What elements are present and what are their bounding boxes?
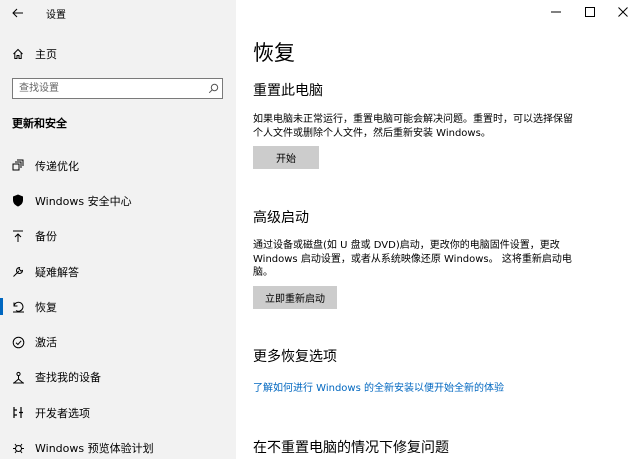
sidebar-item-activation[interactable]: 激活	[0, 324, 236, 359]
delivery-optimization-icon	[11, 159, 25, 173]
sidebar-item-windows-insider[interactable]: Windows 预览体验计划	[0, 430, 236, 459]
recovery-icon	[11, 300, 25, 314]
insider-icon	[11, 441, 25, 455]
find-device-icon	[11, 370, 25, 384]
maximize-button[interactable]	[572, 0, 608, 24]
reset-pc-heading: 重置此电脑	[253, 83, 323, 99]
reset-pc-line: 如果电脑未正常运行，重置电脑可能会解决问题。重置时，可以选择保留	[253, 114, 573, 125]
search-icon[interactable]	[204, 83, 222, 94]
close-icon	[618, 7, 628, 17]
sidebar-item-recovery[interactable]: 恢复	[0, 289, 236, 324]
sidebar: 设置 主页 更新和安全 传递优化 Windows 安全中心	[0, 0, 236, 459]
sidebar-item-backup[interactable]: 备份	[0, 219, 236, 254]
sidebar-item-delivery-optimization[interactable]: 传递优化	[0, 148, 236, 183]
clean-install-link[interactable]: 了解如何进行 Windows 的全新安装以便开始全新的体验	[253, 379, 504, 394]
search-box[interactable]	[12, 78, 223, 99]
search-input[interactable]	[13, 79, 204, 98]
reset-start-button[interactable]: 开始	[253, 146, 319, 169]
maximize-icon	[585, 7, 595, 17]
shield-icon	[11, 194, 25, 208]
sidebar-item-label: 查找我的设备	[35, 371, 101, 385]
advanced-startup-heading: 高级启动	[253, 210, 309, 226]
close-button[interactable]	[605, 0, 641, 24]
sidebar-item-label: 传递优化	[35, 159, 79, 173]
activation-check-icon	[11, 335, 25, 349]
advanced-startup-line: 脑。	[253, 267, 273, 278]
minimize-icon	[551, 11, 561, 13]
restart-now-button[interactable]: 立即重新启动	[253, 286, 337, 309]
backup-arrow-icon	[11, 229, 25, 243]
reset-pc-line: 个人文件或删除个人文件，然后重新安装 Windows。	[253, 127, 491, 139]
home-icon	[11, 47, 25, 61]
sidebar-item-label: 疑难解答	[35, 265, 79, 279]
wrench-icon	[11, 265, 25, 279]
sidebar-item-label: Windows 安全中心	[35, 194, 132, 208]
section-title: 更新和安全	[12, 117, 67, 130]
sidebar-item-developer-options[interactable]: 开发者选项	[0, 395, 236, 430]
minimize-button[interactable]	[538, 0, 574, 24]
advanced-startup-line: Windows 启动设置，或者从系统映像还原 Windows。 这将重新启动电	[253, 253, 572, 265]
back-button[interactable]	[8, 4, 28, 22]
sidebar-nav: 传递优化 Windows 安全中心 备份 疑难解答 恢复 激活 查找我的设备 开…	[0, 148, 236, 459]
page-title: 恢复	[253, 41, 295, 65]
developer-icon	[11, 406, 25, 420]
app-title: 设置	[46, 10, 66, 21]
sidebar-item-windows-security[interactable]: Windows 安全中心	[0, 183, 236, 218]
sidebar-item-label: Windows 预览体验计划	[35, 442, 154, 456]
reset-pc-description: 如果电脑未正常运行，重置电脑可能会解决问题。重置时，可以选择保留 个人文件或删除…	[253, 113, 593, 140]
fix-without-reset-heading: 在不重置电脑的情况下修复问题	[253, 440, 449, 456]
sidebar-item-label: 开发者选项	[35, 406, 90, 420]
sidebar-item-troubleshoot[interactable]: 疑难解答	[0, 254, 236, 289]
sidebar-item-home[interactable]: 主页	[0, 42, 236, 66]
sidebar-item-label: 备份	[35, 230, 57, 244]
sidebar-item-label: 恢复	[35, 300, 57, 314]
advanced-startup-description: 通过设备或磁盘(如 U 盘或 DVD)启动，更改你的电脑固件设置，更改 Wind…	[253, 239, 593, 280]
sidebar-item-label: 主页	[35, 48, 57, 61]
sidebar-item-label: 激活	[35, 336, 57, 350]
back-arrow-icon	[12, 8, 23, 18]
sidebar-item-find-my-device[interactable]: 查找我的设备	[0, 360, 236, 395]
more-recovery-options-heading: 更多恢复选项	[253, 349, 337, 365]
advanced-startup-line: 通过设备或磁盘(如 U 盘或 DVD)启动，更改你的电脑固件设置，更改	[253, 240, 560, 251]
